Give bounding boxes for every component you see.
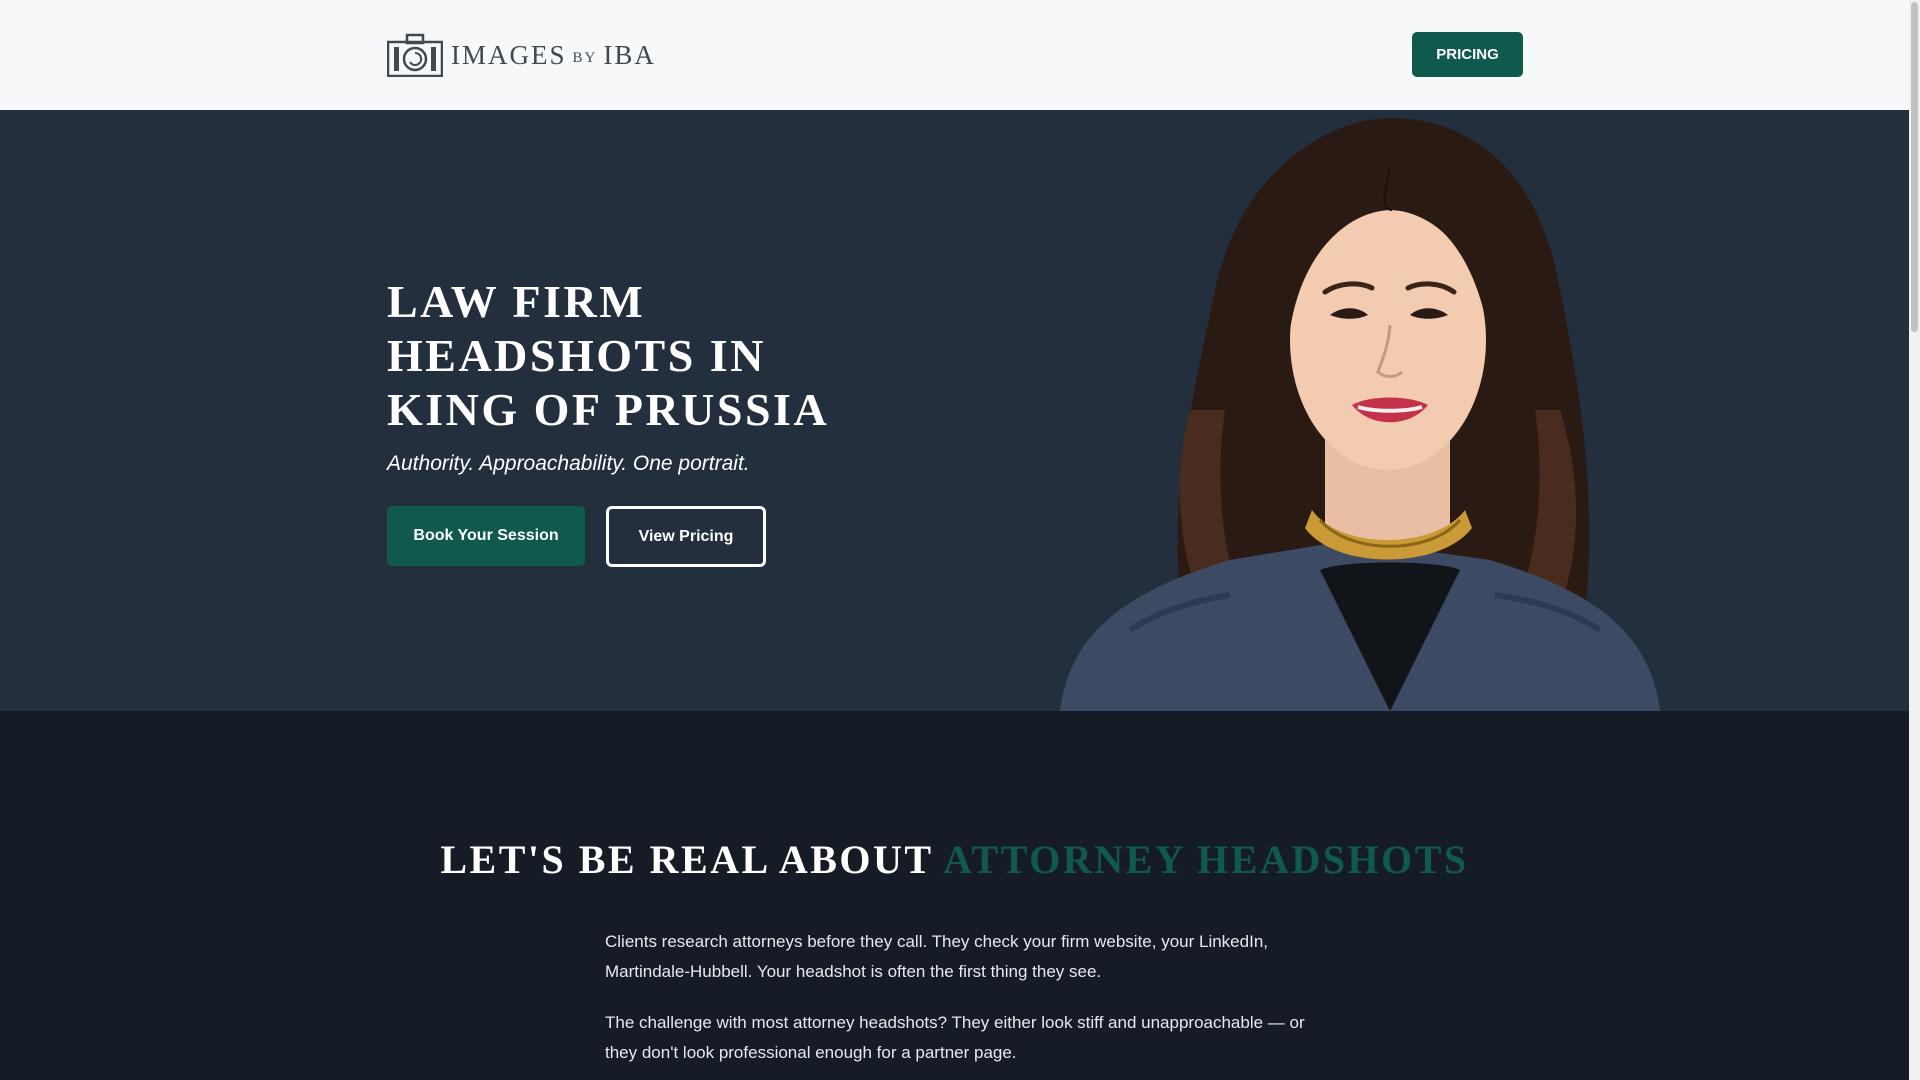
scrollbar[interactable] — [1909, 0, 1920, 1080]
view-pricing-button[interactable]: View Pricing — [606, 506, 766, 567]
page: IMAGES BY IBA PRICING LAW FIRM HEADSHOTS… — [0, 0, 1909, 1080]
logo-text-by: BY — [572, 49, 598, 66]
hero-title: LAW FIRM HEADSHOTS IN KING OF PRUSSIA — [387, 276, 830, 435]
scrollbar-thumb[interactable] — [1911, 2, 1918, 332]
pricing-button[interactable]: PRICING — [1412, 32, 1523, 77]
logo-text-images: IMAGES — [451, 39, 567, 70]
book-session-button[interactable]: Book Your Session — [387, 506, 585, 566]
section-heading-accent: ATTORNEY HEADSHOTS — [943, 837, 1469, 882]
section-body: Clients research attorneys before they c… — [605, 927, 1305, 1080]
camera-logo-icon — [387, 33, 443, 77]
hero-section: LAW FIRM HEADSHOTS IN KING OF PRUSSIA Au… — [0, 110, 1909, 711]
section-heading-main: LET'S BE REAL ABOUT — [440, 837, 944, 882]
section-paragraph: The challenge with most attorney headsho… — [605, 1013, 1305, 1062]
logo-text-iba: IBA — [603, 39, 656, 70]
section-paragraph: Clients research attorneys before they c… — [605, 932, 1268, 981]
logo[interactable]: IMAGES BY IBA — [387, 33, 656, 77]
hero-tagline: Authority. Approachability. One portrait… — [387, 452, 750, 475]
site-header: IMAGES BY IBA PRICING — [0, 0, 1909, 110]
section-heading: LET'S BE REAL ABOUT ATTORNEY HEADSHOTS — [0, 836, 1909, 883]
attorney-portrait-image — [1060, 118, 1660, 711]
